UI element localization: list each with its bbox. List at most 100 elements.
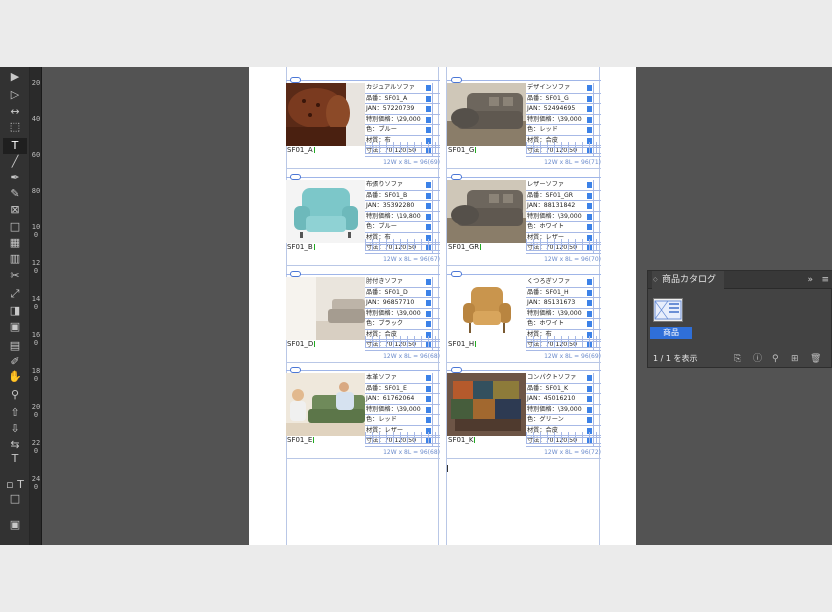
content-collector-icon[interactable]: ⬚ xyxy=(3,119,27,135)
field-row: くつろぎソファ xyxy=(526,277,601,288)
document-page[interactable]: SF01_A カジュアルソファ 品番：SF01_A JAN：57220739 特別価格：… xyxy=(249,67,636,545)
field-row: 色：ブルー xyxy=(365,222,440,233)
field-marker xyxy=(426,300,431,306)
frame-grid xyxy=(432,125,440,135)
product-photo[interactable] xyxy=(447,373,526,436)
field-text: 特別価格：\39,000 xyxy=(366,405,421,413)
info-icon[interactable]: ⓘ xyxy=(753,353,762,365)
ruler-number: 40 xyxy=(31,115,41,123)
place-item-icon[interactable]: ⎘ xyxy=(734,353,741,365)
search-icon[interactable]: ⚲ xyxy=(772,353,779,365)
frame-thumbnail-icon xyxy=(654,300,682,320)
scissors-tool-icon[interactable]: ✂ xyxy=(3,268,27,284)
product-photo[interactable] xyxy=(447,277,526,340)
frame-grid xyxy=(432,114,440,125)
product-cell[interactable]: SF01_A カジュアルソファ 品番：SF01_A JAN：57220739 特別価格：… xyxy=(286,77,440,173)
field-row: 布張りソファ xyxy=(365,180,440,191)
field-row: 特別価格：\29,000 xyxy=(365,114,440,125)
field-text: 品番：SF01_G xyxy=(527,94,569,102)
product-photo[interactable] xyxy=(286,83,365,146)
add-item-icon[interactable]: ⊞ xyxy=(791,353,799,365)
catalog-item-thumbnail[interactable] xyxy=(653,298,683,322)
field-row: 色：ブルー xyxy=(365,125,440,136)
collapse-panel-icon[interactable]: » xyxy=(807,271,813,289)
field-row: 本革ソファ xyxy=(365,373,440,384)
field-marker xyxy=(426,95,431,102)
field-marker xyxy=(426,213,431,220)
product-cell[interactable]: SF01_G デザインソファ 品番：SF01_G JAN：52494695 特別価格：\… xyxy=(447,77,601,173)
field-text: 特別価格：\39,000 xyxy=(527,405,582,413)
panel-tab-title[interactable]: 商品カタログ xyxy=(652,271,725,289)
field-text: JAN：57220739 xyxy=(366,105,415,112)
field-text: JAN：45016210 xyxy=(527,395,576,402)
grid-size-caption: 12W x 8L = 96(72) xyxy=(544,449,601,456)
ruler-number: 60 xyxy=(31,151,41,159)
rectangle-tool-icon[interactable]: □ xyxy=(3,219,27,235)
fill-stroke-text-icon[interactable]: T xyxy=(3,451,27,467)
frame-grid xyxy=(432,404,440,415)
gradient-swatch-tool-icon[interactable]: ◨ xyxy=(3,303,27,319)
screen-mode-icon[interactable]: □ xyxy=(3,491,27,507)
gap-tool-icon[interactable]: ↔ xyxy=(3,104,27,120)
ruler-number: 200 xyxy=(31,403,41,419)
frame-grid xyxy=(593,222,601,232)
table-tool-icon[interactable]: ▦ xyxy=(3,235,27,251)
frame-grid xyxy=(432,394,440,404)
product-cell[interactable]: SF01_B 布張りソファ 品番：SF01_B JAN：35392280 特別価格：\1… xyxy=(286,174,440,270)
frame-grid xyxy=(593,125,601,135)
view-mode-icon[interactable]: ▣ xyxy=(3,517,27,533)
pen-tool-icon[interactable]: ✒ xyxy=(3,170,27,186)
selection-tool-icon[interactable]: ▶ xyxy=(3,69,27,85)
product-photo[interactable] xyxy=(447,180,526,243)
field-marker xyxy=(587,95,592,102)
field-marker xyxy=(587,224,592,230)
field-row: 色：レッド xyxy=(526,125,601,136)
field-row: 特別価格：\39,000 xyxy=(365,404,440,415)
product-photo[interactable] xyxy=(286,180,365,243)
pencil-tool-icon[interactable]: ✎ xyxy=(3,186,27,202)
free-transform-tool-icon[interactable]: ⤢ xyxy=(3,286,27,302)
product-code: SF01_D xyxy=(287,340,314,348)
product-cell[interactable]: SF01_GR レザーソファ 品番：SF01_GR JAN：88131842 特別価格：… xyxy=(447,174,601,270)
note-tool-icon[interactable]: ▤ xyxy=(3,338,27,354)
text-cursor xyxy=(447,465,448,472)
catalog-item-label[interactable]: 商品 xyxy=(650,327,692,339)
table-tool-2-icon[interactable]: ▥ xyxy=(3,251,27,267)
product-cell[interactable]: SF01_D 肘付きソファ 品番：SF01_D JAN：96857710 特別価格：\3… xyxy=(286,271,440,367)
frame-edge xyxy=(447,265,601,266)
grid-size-caption: 12W x 8L = 96(70) xyxy=(544,256,601,263)
line-tool-icon[interactable]: ╱ xyxy=(3,154,27,170)
page-tool-icon[interactable]: ⇧ xyxy=(3,405,27,421)
field-marker xyxy=(587,417,592,423)
product-photo[interactable] xyxy=(286,373,365,436)
eyedropper-tool-icon[interactable]: ✐ xyxy=(3,354,27,370)
field-marker xyxy=(587,375,592,381)
vertical-ruler[interactable]: 20 40 60 80 100 120 140 160 180 200 220 240 xyxy=(30,67,42,545)
field-row: カジュアルソファ xyxy=(365,83,440,94)
panel-menu-icon[interactable]: ≡ xyxy=(821,271,829,289)
rectangle-frame-tool-icon[interactable]: ⊠ xyxy=(3,202,27,218)
field-marker xyxy=(426,182,431,188)
trash-icon[interactable]: 🗑 xyxy=(810,353,821,365)
field-text: 品番：SF01_E xyxy=(366,384,407,392)
product-photo[interactable] xyxy=(447,83,526,146)
product-cell[interactable]: SF01_K コンパクトソファ 品番：SF01_K JAN：45016210 特別価格：… xyxy=(447,367,601,463)
field-text: 色：ブラック xyxy=(366,320,404,327)
direct-selection-tool-icon[interactable]: ▷ xyxy=(3,87,27,103)
frame-grid xyxy=(432,298,440,308)
product-cell[interactable]: SF01_E 本革ソファ 品番：SF01_E JAN：61762064 特別価格：\39… xyxy=(286,367,440,463)
gradient-feather-tool-icon[interactable]: ▣ xyxy=(3,319,27,335)
field-marker xyxy=(426,289,431,296)
field-text: 色：レッド xyxy=(527,126,558,133)
type-tool-icon[interactable]: T xyxy=(3,138,27,154)
frame-edge xyxy=(447,370,601,371)
hand-tool-icon[interactable]: ✋ xyxy=(3,369,27,385)
field-text: コンパクトソファ xyxy=(527,374,577,381)
frame-edge xyxy=(286,168,440,169)
frame-grid xyxy=(432,277,440,287)
place-tool-icon[interactable]: ⇩ xyxy=(3,421,27,437)
zoom-tool-icon[interactable]: ⚲ xyxy=(3,387,27,403)
product-cell[interactable]: SF01_H くつろぎソファ 品番：SF01_H JAN：85131673 特別価格：\… xyxy=(447,271,601,367)
product-photo[interactable] xyxy=(286,277,365,340)
field-marker xyxy=(587,203,592,209)
